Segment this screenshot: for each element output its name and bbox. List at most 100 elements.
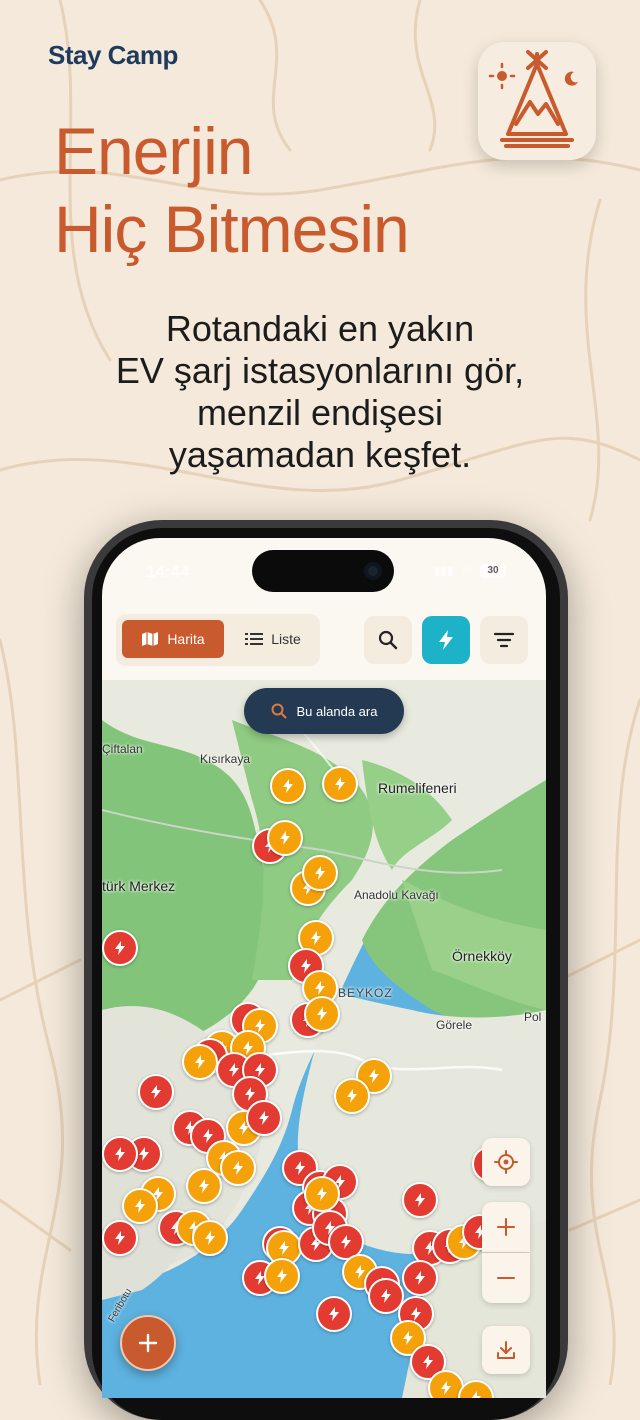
lightning-icon — [245, 1087, 255, 1101]
lightning-icon — [135, 1199, 145, 1213]
zoom-out-icon — [497, 1277, 515, 1279]
locate-me-button[interactable] — [482, 1138, 530, 1186]
lightning-icon — [315, 981, 325, 995]
station-marker[interactable] — [220, 1150, 256, 1186]
station-marker[interactable] — [322, 766, 358, 802]
lightning-icon — [151, 1085, 161, 1099]
lightning-icon — [203, 1129, 213, 1143]
station-marker[interactable] — [246, 1100, 282, 1136]
map-label-gorele: Görele — [436, 1018, 473, 1032]
station-marker[interactable] — [267, 820, 303, 856]
signal-icon: ▮▮▮ — [433, 564, 454, 578]
plus-icon — [138, 1333, 158, 1353]
lightning-icon — [311, 931, 321, 945]
lightning-icon — [441, 1381, 451, 1395]
battery-icon: 30 — [480, 564, 506, 578]
phone-screen: 14:44 ▮▮▮ ◠ 30 Harita Liste Bu alanda ar… — [102, 538, 546, 1398]
dynamic-island — [252, 550, 394, 592]
lightning-icon — [115, 1147, 125, 1161]
lightning-icon — [279, 1241, 289, 1255]
lightning-icon — [423, 1355, 433, 1369]
map-label-ciftalan: Çiftalan — [102, 742, 143, 756]
station-marker[interactable] — [402, 1182, 438, 1218]
search-icon — [378, 630, 398, 650]
search-this-area-button[interactable]: Bu alanda ara — [244, 688, 404, 734]
map-label-ornekkoy: Örnekköy — [452, 948, 512, 964]
station-marker[interactable] — [304, 1176, 340, 1212]
map-label-kisirkaya: Kısırkaya — [200, 752, 251, 766]
station-marker[interactable] — [186, 1168, 222, 1204]
lightning-icon — [139, 1147, 149, 1161]
view-toggle: Harita Liste — [116, 614, 320, 666]
map-label-rumelifeneri: Rumelifeneri — [378, 780, 457, 796]
brand-name: Stay Camp — [48, 40, 178, 70]
lightning-icon — [347, 1089, 357, 1103]
lightning-icon — [255, 1063, 265, 1077]
lightning-icon — [415, 1193, 425, 1207]
lightning-icon — [283, 779, 293, 793]
map-label-anadolu-kavagi: Anadolu Kavağı — [354, 888, 439, 902]
map-label-pol: Pol — [524, 1010, 542, 1024]
lightning-icon — [315, 866, 325, 880]
lightning-icon — [115, 941, 125, 955]
station-marker[interactable] — [402, 1260, 438, 1296]
lightning-icon — [233, 1161, 243, 1175]
wifi-icon: ◠ — [461, 564, 472, 578]
list-icon — [245, 633, 264, 645]
subhead-line-4: yaşamadan keşfet. — [168, 434, 472, 475]
lightning-icon — [439, 630, 453, 650]
lightning-icon — [259, 1111, 269, 1125]
charging-filter-button[interactable] — [422, 616, 470, 664]
station-marker[interactable] — [102, 930, 138, 966]
station-marker[interactable] — [334, 1078, 370, 1114]
station-marker[interactable] — [192, 1220, 228, 1256]
station-marker[interactable] — [102, 1136, 138, 1172]
lightning-icon — [341, 1235, 351, 1249]
download-icon — [497, 1341, 515, 1359]
station-marker[interactable] — [270, 768, 306, 804]
subheadline: Rotandaki en yakın EV şarj istasyonların… — [60, 308, 580, 476]
zoom-in-icon — [497, 1218, 515, 1236]
headline: Enerjin Hiç Bitmesin — [54, 112, 524, 268]
map-view-button[interactable]: Harita — [122, 620, 224, 658]
lightning-icon — [369, 1069, 379, 1083]
station-marker[interactable] — [102, 1220, 138, 1256]
search-button[interactable] — [364, 616, 412, 664]
lightning-icon — [229, 1063, 239, 1077]
download-button[interactable] — [482, 1326, 530, 1374]
map-toolbar: Harita Liste — [102, 608, 546, 680]
zoom-in-button[interactable] — [482, 1202, 530, 1252]
map-label-beykoz: BEYKOZ — [338, 986, 393, 1000]
lightning-icon — [295, 1161, 305, 1175]
locate-icon — [494, 1150, 518, 1174]
subhead-line-3: menzil endişesi — [196, 392, 444, 433]
station-marker[interactable] — [316, 1296, 352, 1332]
subhead-line-2: EV şarj istasyonlarını gör, — [115, 350, 525, 391]
lightning-icon — [205, 1231, 215, 1245]
station-marker[interactable] — [264, 1258, 300, 1294]
list-view-button[interactable]: Liste — [228, 620, 318, 658]
filter-button[interactable] — [480, 616, 528, 664]
lightning-icon — [199, 1179, 209, 1193]
station-marker[interactable] — [182, 1044, 218, 1080]
map-label-turk-merkez: türk Merkez — [102, 878, 176, 894]
add-button[interactable] — [120, 1315, 176, 1371]
map-view[interactable]: Bu alanda ara Çiftalan Kısırkaya Rumelif… — [102, 680, 546, 1398]
subhead-line-1: Rotandaki en yakın — [165, 308, 475, 349]
station-marker[interactable] — [138, 1074, 174, 1110]
lightning-icon — [415, 1271, 425, 1285]
lightning-icon — [195, 1055, 205, 1069]
status-time: 14:44 — [146, 562, 190, 581]
station-marker[interactable] — [304, 996, 340, 1032]
lightning-icon — [317, 1007, 327, 1021]
search-this-area-label: Bu alanda ara — [296, 703, 378, 719]
lightning-icon — [280, 831, 290, 845]
station-marker[interactable] — [302, 855, 338, 891]
filter-icon — [493, 632, 515, 648]
lightning-icon — [277, 1269, 287, 1283]
lightning-icon — [115, 1231, 125, 1245]
station-marker[interactable] — [122, 1188, 158, 1224]
search-icon — [271, 703, 287, 719]
zoom-out-button[interactable] — [482, 1253, 530, 1303]
map-icon — [142, 632, 159, 646]
